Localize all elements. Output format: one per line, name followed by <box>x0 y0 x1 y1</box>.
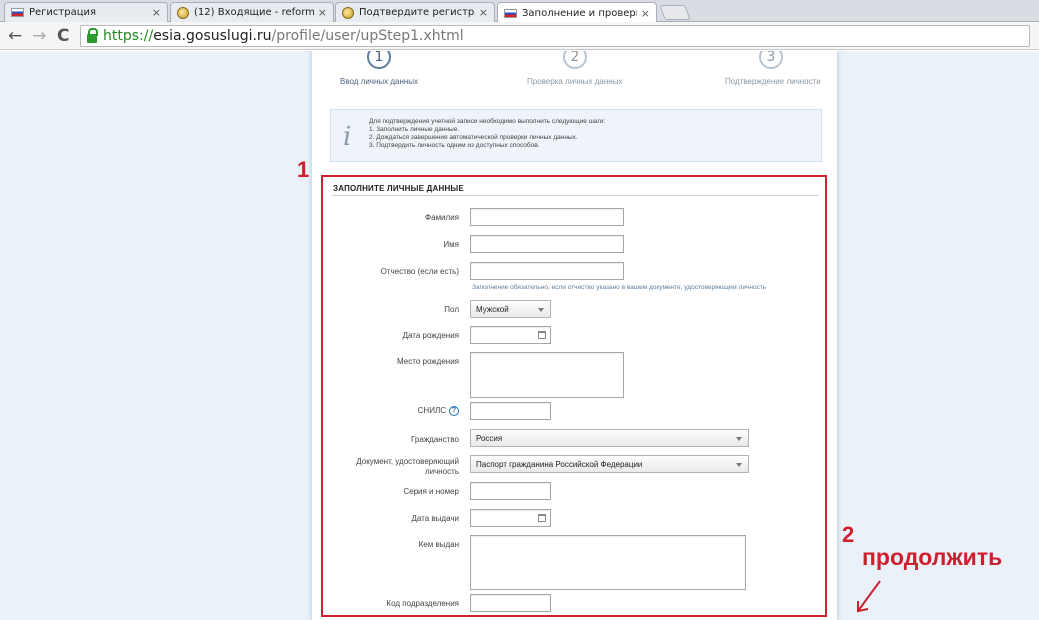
gender-label: Пол <box>444 305 459 314</box>
tab-title: Заполнение и проверка <box>522 7 637 19</box>
back-button[interactable]: ← <box>8 26 22 46</box>
tab-fill-and-check[interactable]: Заполнение и проверка × <box>497 2 657 23</box>
globe-icon <box>177 6 189 19</box>
issued-by-textarea[interactable] <box>470 535 746 590</box>
step-2-label: Проверка личных данных <box>527 77 623 86</box>
annotation-arrow-icon <box>857 580 881 613</box>
birthplace-label: Место рождения <box>397 357 459 366</box>
progress-steps: 1 Ввод личных данных 2 Проверка личных д… <box>312 51 839 95</box>
step-1-circle: 1 <box>367 51 391 69</box>
citizenship-value: Россия <box>476 434 503 443</box>
tab-inbox[interactable]: (12) Входящие - reforma_k × <box>170 2 334 22</box>
birthplace-textarea[interactable] <box>470 352 624 398</box>
series-number-input[interactable] <box>470 482 551 500</box>
document-select[interactable]: Паспорт гражданина Российской Федерации <box>470 455 749 473</box>
annotation-marker-1: 1 <box>297 157 310 182</box>
surname-input[interactable] <box>470 208 624 226</box>
issue-date-label: Дата выдачи <box>411 514 459 523</box>
division-code-input[interactable] <box>470 594 551 612</box>
step-3-label: Подтверждение личности <box>725 77 821 86</box>
flag-ru-icon <box>504 8 517 18</box>
citizenship-label: Гражданство <box>411 435 459 444</box>
info-step: 1. Заполнить личные данные. <box>369 126 460 133</box>
issued-by-label: Кем выдан <box>418 540 459 549</box>
help-icon[interactable]: ? <box>449 406 459 416</box>
patronymic-label: Отчество (если есть) <box>380 267 459 276</box>
close-icon[interactable]: × <box>479 6 488 19</box>
close-icon[interactable]: × <box>318 6 327 19</box>
info-panel: i Для подтверждения учетной записи необх… <box>330 109 822 162</box>
forward-button[interactable]: → <box>32 26 46 46</box>
chevron-down-icon <box>538 308 544 312</box>
tab-confirm-registration[interactable]: Подтвердите регистраци × <box>335 2 495 22</box>
citizenship-select[interactable]: Россия <box>470 429 749 447</box>
annotation-continue-text: продолжить <box>862 544 1003 570</box>
series-number-label: Серия и номер <box>403 487 459 496</box>
browser-tab-strip: Регистрация × (12) Входящие - reforma_k … <box>0 0 1039 23</box>
step-3-circle: 3 <box>759 51 783 69</box>
address-bar[interactable]: https:// esia.gosuslugi.ru /profile/user… <box>80 25 1030 47</box>
lock-icon <box>87 27 98 43</box>
close-icon[interactable]: × <box>152 6 161 19</box>
flag-ru-icon <box>11 8 24 17</box>
document-value: Паспорт гражданина Российской Федерации <box>476 460 643 469</box>
browser-toolbar: ← → C https:// esia.gosuslugi.ru /profil… <box>0 22 1039 50</box>
calendar-icon[interactable] <box>538 514 546 522</box>
step-1-label: Ввод личных данных <box>340 77 419 86</box>
new-tab-button[interactable] <box>659 5 691 20</box>
name-label: Имя <box>443 240 459 249</box>
info-icon: i <box>343 122 352 152</box>
divider <box>332 195 818 196</box>
snils-input[interactable] <box>470 402 551 420</box>
info-step: 3. Подтвердить личность одним из доступн… <box>369 142 540 149</box>
snils-label-text: СНИЛС <box>417 406 446 416</box>
gender-select[interactable]: Мужской <box>470 300 551 318</box>
info-step: 2. Дождаться завершения автоматической п… <box>369 134 578 141</box>
snils-label: СНИЛС? <box>329 406 459 416</box>
personal-data-form: ЗАПОЛНИТЕ ЛИЧНЫЕ ДАННЫЕ Фамилия Имя Отче… <box>321 175 827 617</box>
reload-button[interactable]: C <box>57 26 69 46</box>
main-content: 1 Ввод личных данных 2 Проверка личных д… <box>311 51 838 620</box>
name-input[interactable] <box>470 235 624 253</box>
patronymic-input[interactable] <box>470 262 624 280</box>
birthdate-label: Дата рождения <box>402 331 459 340</box>
url-scheme: https:// <box>103 28 154 44</box>
info-intro: Для подтверждения учетной записи необход… <box>369 118 606 125</box>
tab-title: Регистрация <box>29 7 97 18</box>
surname-label: Фамилия <box>425 213 459 222</box>
patronymic-hint: Заполнение обязательно, если отчество ук… <box>472 284 767 291</box>
tab-registration[interactable]: Регистрация × <box>4 2 168 22</box>
birthdate-input[interactable] <box>470 326 551 344</box>
chevron-down-icon <box>736 437 742 441</box>
info-text: Для подтверждения учетной записи необход… <box>369 118 605 150</box>
issue-date-input[interactable] <box>470 509 551 527</box>
gender-value: Мужской <box>476 305 509 314</box>
annotation-marker-2: 2 <box>842 522 855 547</box>
division-code-label: Код подразделения <box>386 599 459 608</box>
globe-icon <box>342 6 354 19</box>
page-viewport: 1 Ввод личных данных 2 Проверка личных д… <box>0 51 1039 620</box>
close-icon[interactable]: × <box>641 7 650 20</box>
url-host: esia.gosuslugi.ru <box>153 28 272 44</box>
step-2-circle: 2 <box>563 51 587 69</box>
document-label: Документ, удостоверяющий личность <box>356 457 459 476</box>
form-title: ЗАПОЛНИТЕ ЛИЧНЫЕ ДАННЫЕ <box>333 184 464 193</box>
calendar-icon[interactable] <box>538 331 546 339</box>
chevron-down-icon <box>736 463 742 467</box>
tab-title: (12) Входящие - reforma_k <box>194 7 314 18</box>
url-path: /profile/user/upStep1.xhtml <box>271 28 464 44</box>
tab-title: Подтвердите регистраци <box>359 7 475 18</box>
